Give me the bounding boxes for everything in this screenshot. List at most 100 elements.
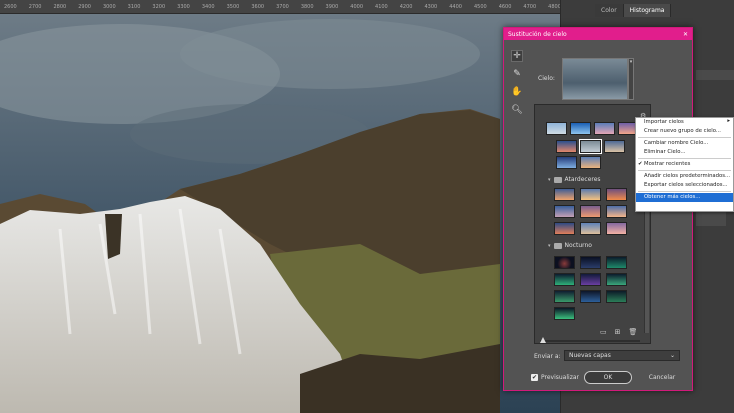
sky-brush-icon[interactable]: ✎ — [511, 68, 523, 80]
menu-item-label: Eliminar Cielo... — [644, 149, 686, 155]
chevron-down-icon: ⌄ — [669, 352, 675, 359]
zoom-icon[interactable]: 🔍︎ — [511, 104, 523, 116]
output-select-value: Nuevas capas — [569, 352, 611, 359]
menu-item-new-sky-group[interactable]: Crear nuevo grupo de cielo... — [636, 127, 733, 136]
panel-tabs: Color Histograma — [595, 4, 672, 17]
sky-thumbnail[interactable] — [580, 156, 601, 169]
ok-button[interactable]: OK — [584, 371, 632, 384]
output-select[interactable]: Nuevas capas ⌄ — [564, 350, 680, 361]
sky-group-label: Nocturno — [564, 242, 592, 249]
sky-options-context-menu: Importar cielos ▸ Crear nuevo grupo de c… — [635, 117, 734, 212]
sky-thumbnail[interactable] — [580, 273, 601, 286]
sky-thumbnail[interactable] — [554, 290, 575, 303]
sky-thumbnail[interactable] — [594, 122, 615, 135]
sky-dropdown-toggle[interactable]: ▾ — [628, 58, 634, 100]
menu-item-delete-sky[interactable]: Eliminar Cielo... — [636, 148, 733, 157]
menu-item-label: Importar cielos — [644, 119, 684, 125]
sky-thumbnail[interactable] — [606, 256, 627, 269]
dialog-title: Sustitución de cielo — [508, 30, 567, 38]
horizontal-ruler: 2600 2700 2800 2900 3000 3100 3200 3300 … — [0, 0, 560, 14]
sky-thumbnail[interactable] — [606, 273, 627, 286]
folder-icon — [553, 176, 562, 183]
sky-thumbnail[interactable] — [554, 273, 575, 286]
sky-thumbnail[interactable] — [606, 222, 627, 235]
ruler-tick: 2700 — [28, 3, 42, 10]
ruler-tick: 4500 — [473, 3, 487, 10]
ruler-tick: 4000 — [350, 3, 364, 10]
hand-icon[interactable]: ✋ — [511, 86, 523, 98]
dialog-titlebar[interactable]: Sustitución de cielo ✕ — [504, 28, 692, 40]
ruler-tick: 2800 — [53, 3, 67, 10]
menu-item-label: Exportar cielos seleccionados... — [644, 182, 728, 188]
mouse-pointer-icon: ➤ — [697, 204, 704, 213]
sky-thumbnail[interactable] — [554, 222, 575, 235]
thumbnail-size-slider[interactable] — [540, 340, 640, 342]
sky-thumbnail[interactable] — [604, 140, 625, 153]
sky-thumbnail[interactable] — [606, 290, 627, 303]
cancel-button[interactable]: Cancelar — [638, 371, 686, 384]
sky-group-label: Atardeceres — [564, 176, 601, 183]
menu-item-add-default-skies[interactable]: Añadir cielos predeterminados... — [636, 172, 733, 181]
chevron-down-icon: ▾ — [548, 242, 551, 249]
sky-thumbnail[interactable] — [546, 122, 567, 135]
ruler-tick: 3400 — [201, 3, 215, 10]
menu-item-export-selected-skies[interactable]: Exportar cielos seleccionados... — [636, 181, 733, 190]
menu-item-label: Cambiar nombre Cielo... — [644, 140, 709, 146]
sky-thumbnail[interactable] — [554, 307, 575, 320]
sky-thumbnail[interactable] — [580, 290, 601, 303]
ruler-tick: 2600 — [4, 3, 17, 10]
menu-item-label: Añadir cielos predeterminados... — [644, 173, 731, 179]
ruler-tick: 3100 — [127, 3, 141, 10]
waterfall-photo — [0, 14, 560, 413]
sky-thumbnail-selected[interactable] — [579, 139, 602, 154]
sky-group-night[interactable]: ▾ Nocturno — [548, 242, 592, 249]
sky-thumbnail[interactable] — [554, 188, 575, 201]
sky-thumbnail[interactable] — [606, 205, 627, 218]
menu-item-label: Obtener más cielos... — [644, 194, 701, 200]
sky-thumbnail[interactable] — [580, 256, 601, 269]
menu-item-get-more-skies[interactable]: Obtener más cielos... — [636, 193, 733, 202]
preview-checkbox[interactable]: ✔ — [531, 374, 538, 381]
menu-item-rename-sky[interactable]: Cambiar nombre Cielo... — [636, 139, 733, 148]
ruler-tick: 3900 — [325, 3, 339, 10]
sky-thumbnail[interactable] — [606, 188, 627, 201]
tab-histogram[interactable]: Histograma — [623, 4, 672, 17]
sky-thumbnail[interactable] — [556, 156, 577, 169]
sky-preview-thumbnail[interactable] — [562, 58, 628, 100]
ruler-tick: 4600 — [498, 3, 512, 10]
sky-label: Cielo: — [538, 75, 555, 82]
move-icon[interactable]: ✛ — [511, 50, 523, 62]
sky-thumbnail[interactable] — [554, 205, 575, 218]
ruler-tick: 3500 — [226, 3, 240, 10]
preview-label: Previsualizar — [541, 374, 579, 381]
sky-thumbnail[interactable] — [580, 222, 601, 235]
folder-icon — [553, 242, 562, 249]
sky-thumbnail[interactable] — [580, 205, 601, 218]
ruler-tick: 4200 — [399, 3, 413, 10]
menu-item-label: Mostrar recientes — [644, 161, 691, 167]
menu-separator — [638, 158, 731, 159]
menu-separator — [638, 170, 731, 171]
picker-actions: ▭ ⊞ 🗑︎ — [600, 328, 637, 336]
ruler-tick: 4800 — [548, 3, 560, 10]
tab-color[interactable]: Color — [595, 4, 624, 17]
ruler-tick: 4300 — [424, 3, 438, 10]
trash-icon[interactable]: 🗑︎ — [629, 328, 638, 336]
ruler-tick: 4700 — [523, 3, 537, 10]
close-icon[interactable]: ✕ — [683, 31, 688, 38]
sky-group-sunsets[interactable]: ▾ Atardeceres — [548, 176, 601, 183]
ruler-tick: 2900 — [78, 3, 91, 10]
chevron-right-icon: ▸ — [727, 118, 730, 124]
add-sky-icon[interactable]: ⊞ — [615, 328, 621, 336]
sky-thumbnail[interactable] — [556, 140, 577, 153]
image-canvas[interactable] — [0, 14, 560, 413]
sky-thumbnail[interactable] — [554, 256, 575, 269]
menu-item-import-skies[interactable]: Importar cielos ▸ — [636, 118, 733, 127]
sky-thumbnail[interactable] — [580, 188, 601, 201]
ruler-tick: 3300 — [177, 3, 190, 10]
chevron-down-icon: ▾ — [548, 176, 551, 183]
menu-item-show-recents[interactable]: ✔ Mostrar recientes — [636, 160, 733, 169]
slider-handle[interactable] — [540, 337, 546, 343]
new-group-folder-icon[interactable]: ▭ — [600, 328, 607, 336]
sky-thumbnail[interactable] — [570, 122, 591, 135]
